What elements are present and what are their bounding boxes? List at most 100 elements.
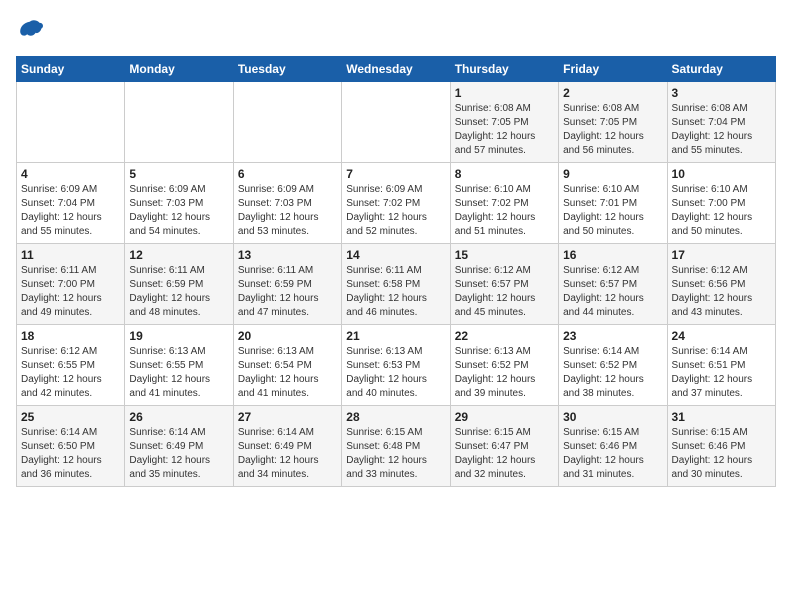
day-number: 23 — [563, 329, 662, 343]
calendar-cell: 30 Sunrise: 6:15 AM Sunset: 6:46 PM Dayli… — [559, 406, 667, 487]
day-number: 16 — [563, 248, 662, 262]
calendar-cell: 26Sunrise: 6:14 AM Sunset: 6:49 PM Dayli… — [125, 406, 233, 487]
day-number: 28 — [346, 410, 445, 424]
calendar-cell: 4Sunrise: 6:09 AM Sunset: 7:04 PM Daylig… — [17, 163, 125, 244]
day-number: 10 — [672, 167, 771, 181]
logo-bird-icon — [16, 16, 44, 44]
day-info: Sunrise: 6:09 AM Sunset: 7:03 PM Dayligh… — [238, 183, 337, 239]
calendar-cell — [233, 82, 341, 163]
day-info: Sunrise: 6:14 AM Sunset: 6:49 PM Dayligh… — [238, 426, 337, 482]
day-info: Sunrise: 6:13 AM Sunset: 6:55 PM Dayligh… — [129, 345, 228, 401]
day-info: Sunrise: 6:15 AM Sunset: 6:46 PM Dayligh… — [563, 426, 662, 482]
day-number: 21 — [346, 329, 445, 343]
calendar-cell: 6Sunrise: 6:09 AM Sunset: 7:03 PM Daylig… — [233, 163, 341, 244]
weekday-header-tuesday: Tuesday — [233, 57, 341, 82]
day-info: Sunrise: 6:14 AM Sunset: 6:50 PM Dayligh… — [21, 426, 120, 482]
page-header — [16, 16, 776, 44]
calendar-cell: 22 Sunrise: 6:13 AM Sunset: 6:52 PM Dayli… — [450, 325, 558, 406]
calendar-cell: 19 Sunrise: 6:13 AM Sunset: 6:55 PM Dayli… — [125, 325, 233, 406]
day-info: Sunrise: 6:13 AM Sunset: 6:54 PM Dayligh… — [238, 345, 337, 401]
day-info: Sunrise: 6:11 AM Sunset: 6:58 PM Dayligh… — [346, 264, 445, 320]
day-info: Sunrise: 6:15 AM Sunset: 6:47 PM Dayligh… — [455, 426, 554, 482]
day-info: Sunrise: 6:14 AM Sunset: 6:51 PM Dayligh… — [672, 345, 771, 401]
day-info: Sunrise: 6:10 AM Sunset: 7:01 PM Dayligh… — [563, 183, 662, 239]
calendar-cell: 9 Sunrise: 6:10 AM Sunset: 7:01 PM Daylig… — [559, 163, 667, 244]
calendar-cell: 24 Sunrise: 6:14 AM Sunset: 6:51 PM Dayli… — [667, 325, 775, 406]
day-info: Sunrise: 6:13 AM Sunset: 6:52 PM Dayligh… — [455, 345, 554, 401]
calendar-cell: 16 Sunrise: 6:12 AM Sunset: 6:57 PM Dayli… — [559, 244, 667, 325]
weekday-header-thursday: Thursday — [450, 57, 558, 82]
day-number: 19 — [129, 329, 228, 343]
day-number: 15 — [455, 248, 554, 262]
day-info: Sunrise: 6:12 AM Sunset: 6:55 PM Dayligh… — [21, 345, 120, 401]
calendar-cell: 10 Sunrise: 6:10 AM Sunset: 7:00 PM Dayli… — [667, 163, 775, 244]
day-number: 8 — [455, 167, 554, 181]
day-number: 4 — [21, 167, 120, 181]
day-number: 5 — [129, 167, 228, 181]
day-info: Sunrise: 6:10 AM Sunset: 7:00 PM Dayligh… — [672, 183, 771, 239]
calendar-week-5: 25 Sunrise: 6:14 AM Sunset: 6:50 PM Dayli… — [17, 406, 776, 487]
day-info: Sunrise: 6:12 AM Sunset: 6:57 PM Dayligh… — [563, 264, 662, 320]
day-number: 22 — [455, 329, 554, 343]
day-number: 13 — [238, 248, 337, 262]
day-number: 30 — [563, 410, 662, 424]
calendar-cell: 25 Sunrise: 6:14 AM Sunset: 6:50 PM Dayli… — [17, 406, 125, 487]
calendar-week-3: 11 Sunrise: 6:11 AM Sunset: 7:00 PM Dayli… — [17, 244, 776, 325]
weekday-header-sunday: Sunday — [17, 57, 125, 82]
calendar-week-1: 1Sunrise: 6:08 AM Sunset: 7:05 PM Daylig… — [17, 82, 776, 163]
calendar-cell: 15 Sunrise: 6:12 AM Sunset: 6:57 PM Dayli… — [450, 244, 558, 325]
calendar-week-4: 18 Sunrise: 6:12 AM Sunset: 6:55 PM Dayli… — [17, 325, 776, 406]
calendar-cell: 14Sunrise: 6:11 AM Sunset: 6:58 PM Dayli… — [342, 244, 450, 325]
day-number: 12 — [129, 248, 228, 262]
day-number: 27 — [238, 410, 337, 424]
calendar-cell: 21 Sunrise: 6:13 AM Sunset: 6:53 PM Dayli… — [342, 325, 450, 406]
day-number: 9 — [563, 167, 662, 181]
day-number: 18 — [21, 329, 120, 343]
day-number: 11 — [21, 248, 120, 262]
day-number: 29 — [455, 410, 554, 424]
calendar-cell: 2Sunrise: 6:08 AM Sunset: 7:05 PM Daylig… — [559, 82, 667, 163]
calendar-cell: 1Sunrise: 6:08 AM Sunset: 7:05 PM Daylig… — [450, 82, 558, 163]
logo — [16, 16, 48, 44]
day-number: 17 — [672, 248, 771, 262]
day-info: Sunrise: 6:15 AM Sunset: 6:46 PM Dayligh… — [672, 426, 771, 482]
day-info: Sunrise: 6:14 AM Sunset: 6:52 PM Dayligh… — [563, 345, 662, 401]
calendar-cell — [342, 82, 450, 163]
day-info: Sunrise: 6:15 AM Sunset: 6:48 PM Dayligh… — [346, 426, 445, 482]
day-info: Sunrise: 6:09 AM Sunset: 7:03 PM Dayligh… — [129, 183, 228, 239]
weekday-header-row: SundayMondayTuesdayWednesdayThursdayFrid… — [17, 57, 776, 82]
weekday-header-monday: Monday — [125, 57, 233, 82]
day-info: Sunrise: 6:08 AM Sunset: 7:04 PM Dayligh… — [672, 102, 771, 158]
day-info: Sunrise: 6:12 AM Sunset: 6:56 PM Dayligh… — [672, 264, 771, 320]
calendar-cell: 31 Sunrise: 6:15 AM Sunset: 6:46 PM Dayli… — [667, 406, 775, 487]
day-number: 31 — [672, 410, 771, 424]
calendar-cell: 12 Sunrise: 6:11 AM Sunset: 6:59 PM Dayli… — [125, 244, 233, 325]
calendar-cell: 5 Sunrise: 6:09 AM Sunset: 7:03 PM Daylig… — [125, 163, 233, 244]
calendar-cell: 18 Sunrise: 6:12 AM Sunset: 6:55 PM Dayli… — [17, 325, 125, 406]
day-number: 7 — [346, 167, 445, 181]
calendar-cell: 8 Sunrise: 6:10 AM Sunset: 7:02 PM Daylig… — [450, 163, 558, 244]
day-info: Sunrise: 6:11 AM Sunset: 6:59 PM Dayligh… — [129, 264, 228, 320]
calendar-cell: 23 Sunrise: 6:14 AM Sunset: 6:52 PM Dayli… — [559, 325, 667, 406]
day-number: 25 — [21, 410, 120, 424]
day-info: Sunrise: 6:11 AM Sunset: 6:59 PM Dayligh… — [238, 264, 337, 320]
calendar-cell — [17, 82, 125, 163]
day-number: 20 — [238, 329, 337, 343]
day-info: Sunrise: 6:10 AM Sunset: 7:02 PM Dayligh… — [455, 183, 554, 239]
day-info: Sunrise: 6:13 AM Sunset: 6:53 PM Dayligh… — [346, 345, 445, 401]
day-number: 26 — [129, 410, 228, 424]
calendar-cell — [125, 82, 233, 163]
weekday-header-wednesday: Wednesday — [342, 57, 450, 82]
calendar-cell: 20 Sunrise: 6:13 AM Sunset: 6:54 PM Dayli… — [233, 325, 341, 406]
calendar-cell: 11 Sunrise: 6:11 AM Sunset: 7:00 PM Dayli… — [17, 244, 125, 325]
weekday-header-saturday: Saturday — [667, 57, 775, 82]
day-info: Sunrise: 6:08 AM Sunset: 7:05 PM Dayligh… — [563, 102, 662, 158]
day-info: Sunrise: 6:08 AM Sunset: 7:05 PM Dayligh… — [455, 102, 554, 158]
calendar-cell: 27 Sunrise: 6:14 AM Sunset: 6:49 PM Dayli… — [233, 406, 341, 487]
day-info: Sunrise: 6:11 AM Sunset: 7:00 PM Dayligh… — [21, 264, 120, 320]
day-number: 3 — [672, 86, 771, 100]
day-info: Sunrise: 6:12 AM Sunset: 6:57 PM Dayligh… — [455, 264, 554, 320]
day-number: 24 — [672, 329, 771, 343]
calendar-week-2: 4Sunrise: 6:09 AM Sunset: 7:04 PM Daylig… — [17, 163, 776, 244]
calendar-cell: 7Sunrise: 6:09 AM Sunset: 7:02 PM Daylig… — [342, 163, 450, 244]
